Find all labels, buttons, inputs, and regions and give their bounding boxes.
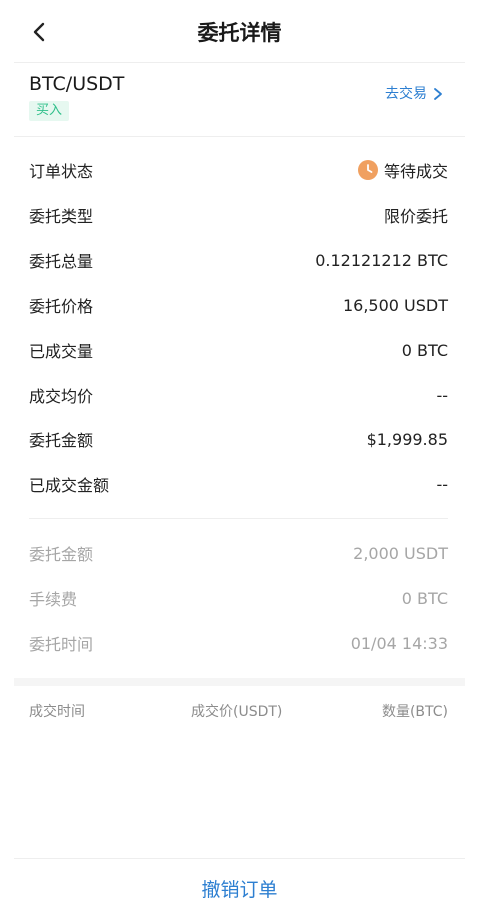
side-badge: 买入 <box>29 101 70 121</box>
detail-value: $1,999.85 <box>366 429 448 449</box>
detail-row-total: 委托总量 0.12121212 BTC <box>29 246 448 274</box>
pair-divider <box>14 136 465 137</box>
detail-label: 委托价格 <box>29 297 94 316</box>
extra-value: 01/04 14:33 <box>350 633 448 653</box>
detail-row-filled: 已成交量 0 BTC <box>29 336 448 364</box>
detail-row-filled-amount: 已成交金额 -- <box>29 470 448 498</box>
detail-row-status: 订单状态 等待成交 <box>29 156 448 184</box>
fills-table-header: 成交时间 成交价(USDT) 数量(BTC) <box>29 701 448 723</box>
detail-value: 等待成交 <box>357 158 448 182</box>
header-divider <box>14 62 465 63</box>
detail-label: 已成交量 <box>29 342 94 361</box>
extra-row-time: 委托时间 01/04 14:33 <box>29 629 448 657</box>
clock-icon <box>357 160 378 180</box>
detail-label: 委托类型 <box>29 207 94 226</box>
detail-label: 委托金额 <box>29 431 94 450</box>
detail-value: 0 BTC <box>401 340 448 360</box>
goto-trade-link[interactable]: 去交易 <box>385 84 443 104</box>
detail-value: 0.12121212 BTC <box>315 250 448 270</box>
detail-label: 委托总量 <box>29 252 94 271</box>
detail-label: 成交均价 <box>29 387 94 406</box>
extra-row-amount: 委托金额 2,000 USDT <box>29 539 448 567</box>
header: 委托详情 <box>0 0 479 64</box>
cancel-order-button[interactable]: 撤销订单 <box>0 876 479 904</box>
detail-label: 订单状态 <box>29 162 94 181</box>
extra-value: 2,000 USDT <box>353 543 448 563</box>
detail-value: 16,500 USDT <box>342 295 448 315</box>
extra-label: 委托金额 <box>29 545 94 564</box>
details-divider <box>29 518 448 519</box>
detail-row-amount: 委托金额 $1,999.85 <box>29 425 448 453</box>
extra-row-fee: 手续费 0 BTC <box>29 584 448 612</box>
detail-value: 限价委托 <box>383 207 448 226</box>
extra-value: 0 BTC <box>401 588 448 608</box>
detail-row-price: 委托价格 16,500 USDT <box>29 291 448 319</box>
extra-label: 手续费 <box>29 590 78 609</box>
detail-row-type: 委托类型 限价委托 <box>29 201 448 229</box>
chevron-right-icon <box>434 88 442 100</box>
goto-trade-label: 去交易 <box>385 86 427 102</box>
pair-name: BTC/USDT <box>29 73 125 95</box>
column-fill-qty: 数量(BTC) <box>381 704 448 720</box>
column-fill-time: 成交时间 <box>29 704 85 720</box>
detail-value: -- <box>436 474 448 494</box>
status-text: 等待成交 <box>383 162 448 181</box>
detail-label: 已成交金额 <box>29 476 110 495</box>
extra-label: 委托时间 <box>29 635 94 654</box>
page-title: 委托详情 <box>197 21 282 45</box>
section-separator <box>14 678 465 686</box>
column-fill-price: 成交价(USDT) <box>191 704 283 720</box>
detail-row-avg-price: 成交均价 -- <box>29 381 448 409</box>
detail-value: -- <box>436 385 448 405</box>
footer-divider <box>14 858 465 859</box>
